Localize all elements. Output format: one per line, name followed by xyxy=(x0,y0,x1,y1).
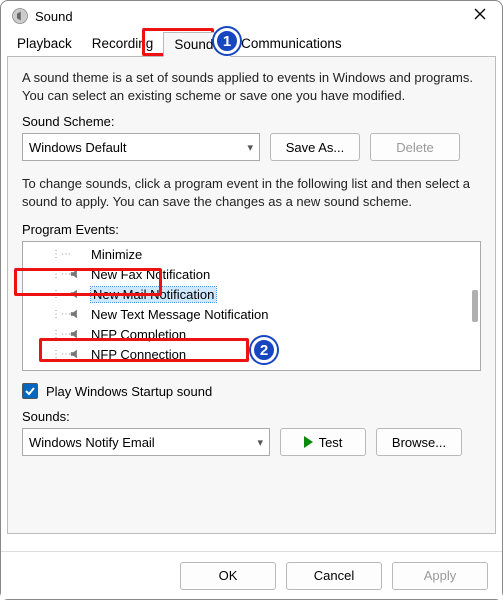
tab-communications[interactable]: Communications xyxy=(231,32,352,57)
speaker-icon xyxy=(69,247,83,261)
scheme-combo[interactable]: Windows Default ▾ xyxy=(22,133,260,161)
sounds-combo[interactable]: Windows Notify Email ▾ xyxy=(22,428,270,456)
chevron-down-icon: ▾ xyxy=(247,141,253,154)
sound-icon xyxy=(11,7,29,25)
events-label: Program Events: xyxy=(22,222,481,237)
close-button[interactable] xyxy=(468,8,492,24)
annotation-highlight-2 xyxy=(39,338,249,362)
annotation-badge-1: 1 xyxy=(214,28,240,54)
sound-dialog: Sound Playback Recording Sounds Communic… xyxy=(0,0,503,600)
delete-button: Delete xyxy=(370,133,460,161)
cancel-button[interactable]: Cancel xyxy=(286,562,382,590)
save-as-button[interactable]: Save As... xyxy=(270,133,360,161)
list-item-label: Minimize xyxy=(91,247,142,262)
scheme-label: Sound Scheme: xyxy=(22,114,481,129)
scheme-description: A sound theme is a set of sounds applied… xyxy=(22,69,481,104)
tab-strip: Playback Recording Sounds Communications xyxy=(1,29,502,56)
events-help: To change sounds, click a program event … xyxy=(22,175,481,210)
chevron-down-icon: ▾ xyxy=(257,436,263,449)
tree-connector: ⋮⋯ xyxy=(51,249,61,260)
ok-button[interactable]: OK xyxy=(180,562,276,590)
sounds-label: Sounds: xyxy=(22,409,481,424)
startup-sound-checkbox[interactable] xyxy=(22,383,38,399)
tree-connector: ⋮⋯ xyxy=(51,309,61,320)
list-item[interactable]: ⋮⋯ New Text Message Notification xyxy=(23,304,480,324)
annotation-badge-2: 2 xyxy=(251,337,277,363)
startup-sound-label: Play Windows Startup sound xyxy=(46,384,212,399)
apply-button: Apply xyxy=(392,562,488,590)
window-title: Sound xyxy=(35,9,468,24)
annotation-highlight-events-label xyxy=(14,268,162,296)
list-item[interactable]: ⋮⋯ Minimize xyxy=(23,244,480,264)
play-icon xyxy=(304,436,313,448)
list-item-label: New Text Message Notification xyxy=(91,307,269,322)
titlebar: Sound xyxy=(1,1,502,29)
tab-playback[interactable]: Playback xyxy=(7,32,82,57)
scrollbar-thumb[interactable] xyxy=(472,290,478,322)
test-button[interactable]: Test xyxy=(280,428,366,456)
dialog-button-bar: OK Cancel Apply xyxy=(1,551,502,599)
sounds-value: Windows Notify Email xyxy=(29,435,155,450)
browse-button[interactable]: Browse... xyxy=(376,428,462,456)
speaker-icon xyxy=(69,307,83,321)
scheme-value: Windows Default xyxy=(29,140,127,155)
